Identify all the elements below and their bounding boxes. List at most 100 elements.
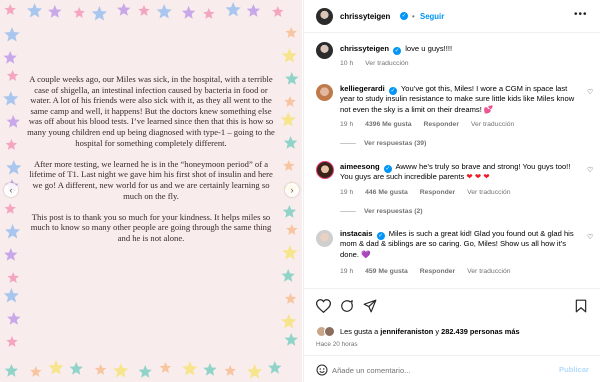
like-comment-heart-icon[interactable]: ♡	[587, 88, 593, 96]
likes-user[interactable]: jenniferaniston	[380, 327, 433, 336]
verified-badge-icon: ✓	[400, 12, 408, 20]
comment-likes[interactable]: 459 Me gusta	[365, 268, 408, 275]
replies-line	[340, 211, 356, 212]
carousel-next-button[interactable]: ›	[285, 183, 299, 197]
decorative-star-icon	[203, 8, 215, 19]
decorative-star-icon	[4, 27, 20, 42]
decorative-star-icon	[94, 364, 107, 375]
decorative-star-icon	[6, 160, 22, 175]
decorative-star-icon	[3, 51, 17, 64]
comment: kelliegerardi ✓ You’ve got this, Miles! …	[340, 84, 576, 115]
decorative-star-icon	[117, 3, 131, 16]
decorative-star-icon	[285, 72, 299, 85]
caption-time: 10 h	[340, 60, 354, 67]
decorative-star-icon	[283, 160, 295, 171]
decorative-star-icon	[156, 4, 172, 19]
reply-button[interactable]: Responder	[423, 121, 459, 128]
translate-link[interactable]: Ver traducción	[471, 121, 514, 128]
reply-button[interactable]: Responder	[420, 189, 456, 196]
header-separator: •	[412, 12, 415, 21]
avatar[interactable]	[316, 161, 334, 179]
decorative-star-icon	[69, 362, 83, 375]
decorative-star-icon	[268, 361, 282, 374]
like-comment-heart-icon[interactable]: ♡	[587, 233, 593, 241]
decorative-star-icon	[7, 312, 21, 325]
comment-meta: 19 h 4396 Me gusta Responder Ver traducc…	[340, 121, 524, 128]
decorative-star-icon	[30, 366, 42, 377]
likes-prefix: Les gusta a	[340, 326, 379, 336]
caption-username[interactable]: chrissyteigen	[340, 44, 389, 53]
comment-time: 19 h	[340, 121, 354, 128]
decorative-star-icon	[6, 336, 18, 347]
post-sidebar: chrissyteigen ✓ • Seguir ••• chrissyteig…	[303, 0, 600, 382]
avatar[interactable]	[316, 84, 333, 101]
post-actions: Les gusta a jenniferaniston y 282.439 pe…	[304, 288, 600, 382]
decorative-star-icon	[6, 70, 19, 81]
comment-text: Miles is such a great kid! Glad you foun…	[340, 229, 574, 259]
share-paper-plane-icon[interactable]	[363, 299, 377, 313]
comment-likes[interactable]: 446 Me gusta	[365, 189, 408, 196]
translate-link[interactable]: Ver traducción	[365, 60, 408, 67]
comment-username[interactable]: instacais	[340, 229, 373, 238]
like-comment-heart-icon[interactable]: ♡	[587, 166, 593, 174]
decorative-star-icon	[91, 6, 107, 21]
comment-meta: 19 h 459 Me gusta Responder Ver traducci…	[340, 268, 521, 275]
publish-button[interactable]: Publicar	[559, 365, 589, 374]
verified-badge-icon: ✓	[383, 165, 392, 174]
header-username[interactable]: chrissyteigen	[340, 12, 390, 21]
decorative-star-icon	[6, 115, 20, 128]
comment-likes[interactable]: 4396 Me gusta	[365, 121, 411, 128]
comment-meta: 19 h 446 Me gusta Responder Ver traducci…	[340, 189, 521, 196]
comment-time: 19 h	[340, 268, 354, 275]
decorative-star-icon	[286, 224, 298, 235]
avatar[interactable]	[316, 230, 333, 247]
likes-conjunction: y	[435, 326, 440, 336]
caption-text: love u guys!!!!	[405, 44, 453, 53]
likes-others[interactable]: 282.439 personas más	[441, 327, 519, 336]
decorative-star-icon	[272, 6, 284, 17]
decorative-star-icon	[224, 365, 236, 376]
post-time-ago: Hace 20 horas	[316, 341, 358, 348]
likes-summary[interactable]: Les gusta a jenniferaniston y 282.439 pe…	[316, 325, 520, 337]
comment: aimeesong ✓ Awww he’s truly so brave and…	[340, 162, 576, 183]
carousel-prev-button[interactable]: ‹	[4, 183, 18, 197]
decorative-star-icon	[138, 365, 152, 378]
decorative-star-icon	[5, 139, 18, 150]
likes-text: Les gusta a jenniferaniston y 282.439 pe…	[340, 327, 520, 336]
comment-composer: Publicar	[304, 355, 600, 382]
avatar[interactable]	[316, 42, 333, 59]
translate-link[interactable]: Ver traducción	[467, 189, 510, 196]
emoji-icon[interactable]	[316, 364, 328, 376]
decorative-star-icon	[3, 288, 19, 303]
view-replies-button[interactable]: Ver respuestas (2)	[340, 208, 423, 215]
comment-bubble-icon[interactable]	[340, 299, 354, 313]
decorative-star-icon	[283, 136, 298, 149]
comment-username[interactable]: kelliegerardi	[340, 84, 385, 93]
caption: chrissyteigen ✓ love u guys!!!!	[340, 44, 580, 56]
decorative-star-icon	[113, 363, 129, 378]
comment-username[interactable]: aimeesong	[340, 162, 380, 171]
comment-time: 19 h	[340, 189, 354, 196]
decorative-star-icon	[284, 96, 296, 107]
avatar[interactable]	[316, 8, 333, 25]
comment-input[interactable]	[332, 362, 552, 378]
decorative-star-icon	[280, 112, 296, 127]
translate-link[interactable]: Ver traducción	[467, 268, 510, 275]
decorative-star-icon	[4, 248, 18, 261]
reply-button[interactable]: Responder	[420, 268, 456, 275]
post-image: A couple weeks ago, our Miles was sick, …	[0, 0, 302, 382]
decorative-star-icon	[3, 91, 19, 106]
verified-badge-icon: ✓	[393, 47, 402, 56]
like-heart-icon[interactable]	[316, 299, 331, 313]
liker-avatar	[324, 325, 335, 337]
decorative-star-icon	[159, 362, 172, 373]
save-bookmark-icon[interactable]	[575, 299, 587, 313]
more-options-icon[interactable]: •••	[574, 9, 588, 20]
post-image-text: A couple weeks ago, our Miles was sick, …	[26, 74, 276, 254]
view-replies-button[interactable]: Ver respuestas (39)	[340, 140, 426, 147]
comment: instacais ✓ Miles is such a great kid! G…	[340, 229, 576, 260]
decorative-star-icon	[247, 364, 263, 379]
replies-line	[340, 143, 356, 144]
follow-button[interactable]: Seguir	[420, 12, 444, 21]
decorative-star-icon	[281, 314, 297, 329]
